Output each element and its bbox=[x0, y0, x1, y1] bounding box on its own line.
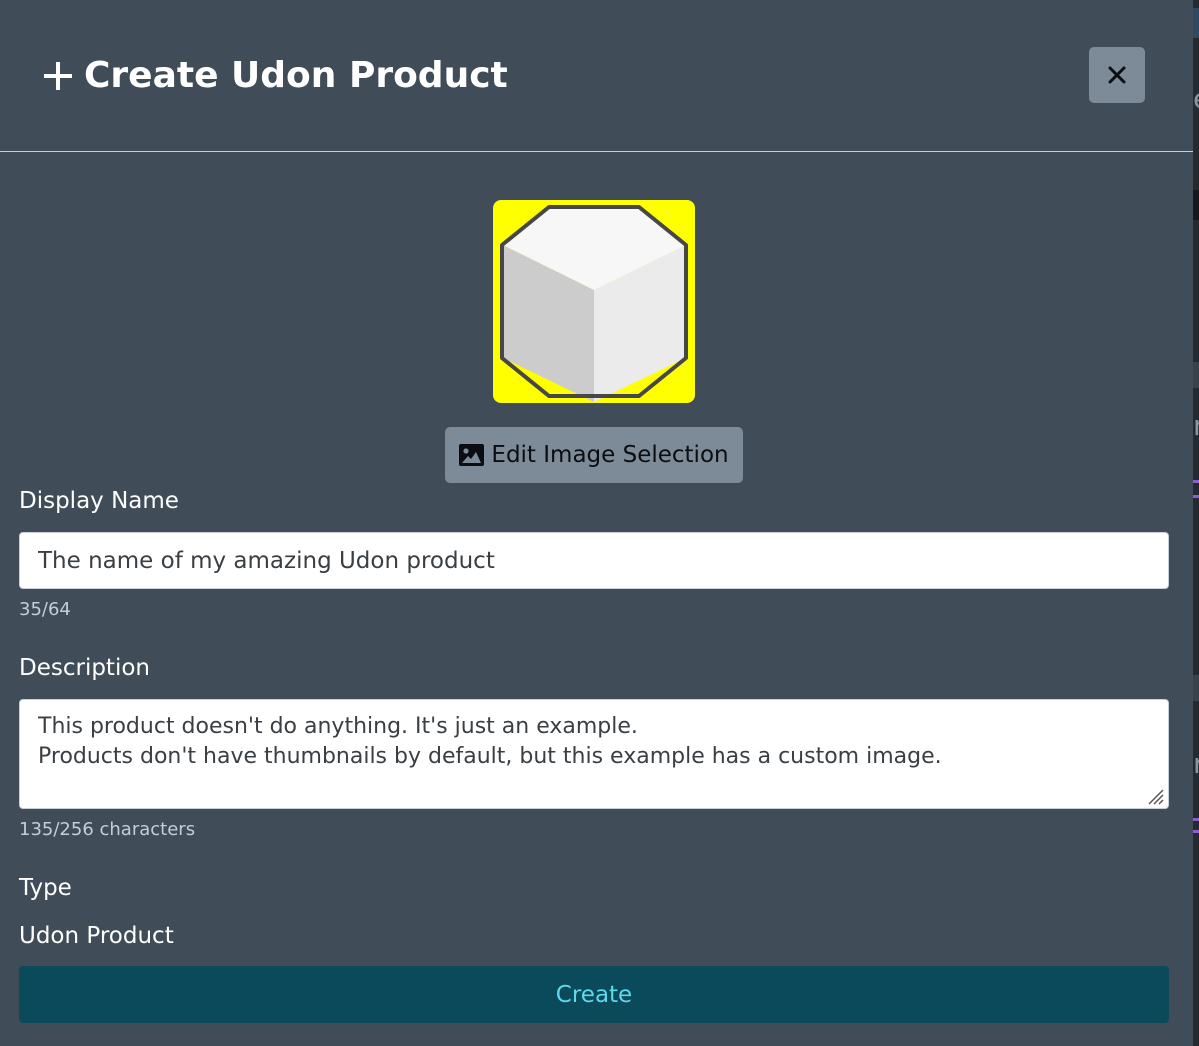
display-name-label: Display Name bbox=[19, 488, 179, 514]
dialog-title-group: Create Udon Product bbox=[42, 52, 508, 100]
edit-image-selection-button[interactable]: Edit Image Selection bbox=[445, 427, 743, 483]
dialog-title: Create Udon Product bbox=[84, 55, 508, 96]
description-textarea[interactable]: This product doesn't do anything. It's j… bbox=[19, 699, 1169, 809]
description-label: Description bbox=[19, 655, 150, 681]
display-name-counter: 35/64 bbox=[19, 599, 71, 620]
edit-image-selection-label: Edit Image Selection bbox=[491, 442, 729, 468]
background-page-edge: e r r bbox=[1193, 0, 1199, 1046]
type-value: Udon Product bbox=[19, 923, 174, 949]
resize-handle-icon[interactable] bbox=[1145, 786, 1165, 806]
plus-icon bbox=[44, 62, 72, 90]
product-image-preview bbox=[493, 200, 695, 403]
cube-icon bbox=[493, 200, 695, 403]
create-button[interactable]: Create bbox=[19, 966, 1169, 1023]
display-name-input[interactable] bbox=[19, 532, 1169, 589]
create-product-dialog: Create Udon Product Edit Image Selection… bbox=[0, 0, 1193, 1046]
image-icon bbox=[459, 444, 485, 466]
dialog-header: Create Udon Product bbox=[0, 0, 1193, 152]
description-counter: 135/256 characters bbox=[19, 819, 196, 840]
close-icon bbox=[1108, 66, 1126, 84]
close-button[interactable] bbox=[1089, 47, 1145, 103]
type-label: Type bbox=[19, 875, 72, 901]
create-button-label: Create bbox=[555, 981, 633, 1008]
